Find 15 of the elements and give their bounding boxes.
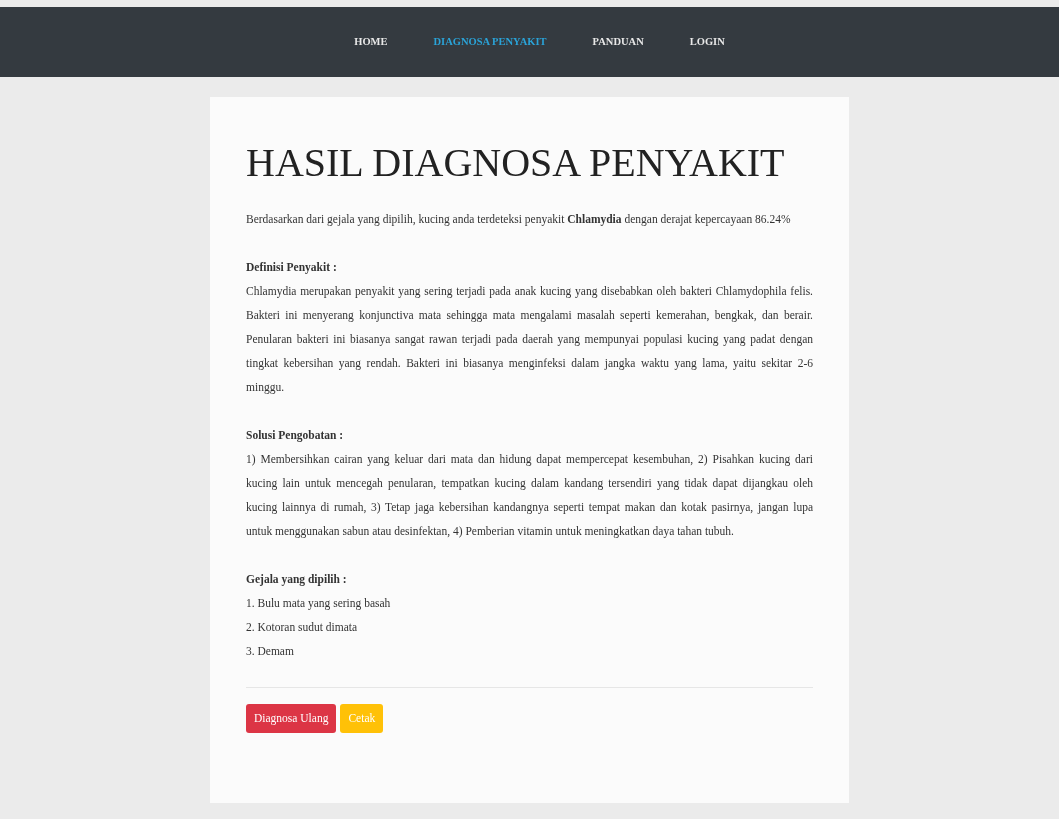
nav-link[interactable]: HOME [331, 28, 411, 56]
page-title: HASIL DIAGNOSA PENYAKIT [246, 139, 786, 187]
retry-button[interactable]: Diagnosa Ulang [246, 704, 337, 734]
section-heading: Definisi Penyakit : [246, 260, 338, 276]
symptom-item: 2. Kotoran sudut dimata [246, 620, 359, 635]
section-heading: Gejala yang dipilih : [246, 572, 348, 588]
result-text: Berdasarkan dari gejala yang dipilih, kucing anda terdeteksi penyakit Chlamydia dengan derajat kepercayaan 86.24% [246, 212, 792, 228]
symptom-item: 1. Bulu mata yang sering basah [246, 596, 392, 612]
section-text: 1) Membersihkan cairan yang keluar dari mata dan hidung dapat mempercepat kesembuhan, 2) Pisahkan kucing dari kucing lain untuk mencegah penularan, tempatkan kucing dalam kandang tersendiri yang tidak dapat dijangkau oleh kucing lainnya di rumah, 3) Tetap jaga kebersihan kandangnya seperti tempat makan dan kotak pasirnya, jangan lupa untuk menggunakan sabun atau desinfektan, 4) Pemberian vitamin untuk meningkatkan daya tahan tubuh. [246, 452, 813, 540]
section-heading: Solusi Pengobatan : [246, 428, 345, 444]
section-text: Chlamydia merupakan penyakit yang sering terjadi pada anak kucing yang disebabkan oleh bakteri Chlamydophila felis. Bakteri ini menyerang konjunctiva mata sehingga mata mengalami masalah seperti kemerahan, bengkak, dan berair. Penularan bakteri ini biasanya sangat rawan terjadi pada daerah yang mempunyai populasi kucing yang padat dengan tingkat kebersihan yang rendah. Bakteri ini biasanya menginfeksi dalam jangka waktu yang lama, yaitu sekitar 2-6 minggu. [246, 284, 813, 396]
nav-link[interactable]: PANDUAN [569, 28, 667, 56]
nav-link[interactable]: LOGIN [666, 28, 748, 56]
nav-link[interactable]: DIAGNOSA PENYAKIT [410, 28, 570, 56]
symptom-item: 3. Demam [246, 644, 295, 659]
